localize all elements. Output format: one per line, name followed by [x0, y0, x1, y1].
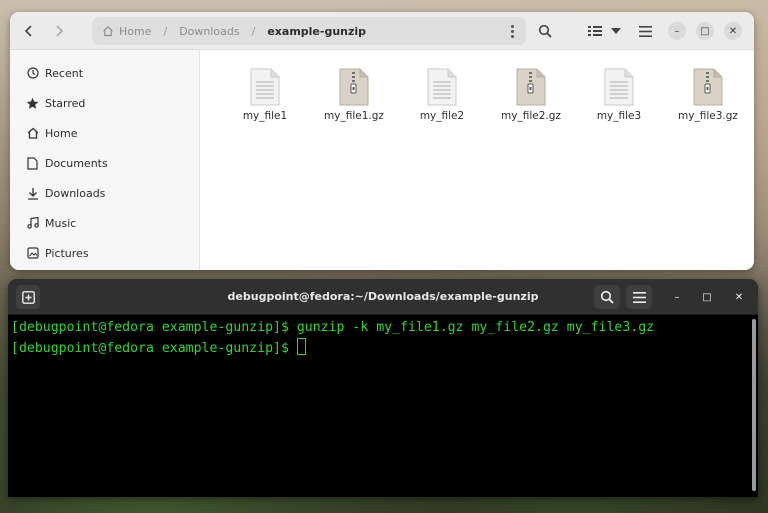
chevron-left-icon	[24, 25, 32, 37]
sidebar-item-label: Recent	[45, 66, 84, 80]
text-file-icon	[427, 68, 457, 106]
clock-icon	[26, 67, 39, 80]
file-item[interactable]: my_file2	[397, 68, 487, 122]
home-icon	[103, 25, 113, 37]
sidebar-item-home[interactable]: Home	[10, 118, 199, 148]
file-name: my_file1.gz	[324, 110, 384, 122]
sidebar-item-music[interactable]: Music	[10, 208, 199, 238]
sidebar-item-label: Documents	[45, 156, 108, 170]
hamburger-icon	[632, 291, 646, 303]
close-icon: ✕	[734, 291, 744, 303]
sidebar-item-label: Music	[45, 216, 77, 230]
view-list-button[interactable]	[584, 18, 606, 44]
chevron-right-icon	[56, 25, 64, 37]
terminal-output[interactable]: [debugpoint@fedora example-gunzip]$ gunz…	[11, 318, 746, 359]
back-button[interactable]	[16, 18, 42, 44]
close-icon: ✕	[728, 25, 738, 37]
chevron-down-icon	[611, 28, 621, 34]
home-icon	[26, 127, 39, 140]
search-icon	[600, 290, 614, 304]
file-name: my_file2.gz	[501, 110, 561, 122]
files-window: Home / Downloads / example-gunzip – □ ✕ …	[10, 12, 754, 270]
terminal-search-button[interactable]	[594, 285, 620, 309]
terminal-minimize-button[interactable]: –	[668, 288, 686, 306]
minimize-icon: –	[674, 291, 680, 303]
file-item[interactable]: my_file3.gz	[663, 68, 753, 122]
terminal-close-button[interactable]: ✕	[730, 288, 748, 306]
search-button[interactable]	[532, 18, 558, 44]
terminal-prompt-line: [debugpoint@fedora example-gunzip]$	[11, 338, 746, 359]
file-item[interactable]: my_file2.gz	[486, 68, 576, 122]
sidebar-item-label: Starred	[45, 96, 86, 110]
text-file-icon	[250, 68, 280, 106]
list-view-icon	[588, 26, 602, 36]
maximize-button[interactable]: □	[696, 22, 714, 40]
maximize-icon: □	[700, 25, 710, 37]
breadcrumb-current[interactable]: example-gunzip	[267, 25, 366, 38]
main-menu-button[interactable]	[632, 18, 658, 44]
view-options-dropdown[interactable]	[608, 18, 624, 44]
sidebar-item-label: Home	[45, 126, 78, 140]
breadcrumb-downloads[interactable]: Downloads	[179, 25, 239, 38]
file-name: my_file3.gz	[678, 110, 738, 122]
close-button[interactable]: ✕	[724, 22, 742, 40]
terminal-line: [debugpoint@fedora example-gunzip]$	[11, 341, 297, 356]
sidebar: Recent Starred Home Documents Downloads …	[10, 50, 200, 270]
archive-file-icon	[693, 68, 723, 106]
sidebar-item-pictures[interactable]: Pictures	[10, 238, 199, 268]
terminal-scrollbar[interactable]	[752, 319, 756, 491]
star-icon	[26, 97, 39, 110]
text-file-icon	[604, 68, 634, 106]
terminal-maximize-button[interactable]: □	[698, 288, 716, 306]
sidebar-item-recent[interactable]: Recent	[10, 58, 199, 88]
file-name: my_file2	[419, 110, 465, 122]
download-icon	[26, 187, 39, 200]
search-icon	[538, 24, 552, 38]
breadcrumb-separator: /	[251, 24, 256, 38]
terminal-menu-button[interactable]	[626, 285, 652, 309]
files-header-bar: Home / Downloads / example-gunzip – □ ✕	[10, 12, 754, 50]
terminal-window: debugpoint@fedora:~/Downloads/example-gu…	[8, 279, 758, 497]
maximize-icon: □	[702, 291, 712, 303]
document-icon	[26, 156, 39, 170]
archive-file-icon	[516, 68, 546, 106]
terminal-cursor	[296, 338, 306, 355]
file-item[interactable]: my_file1	[220, 68, 310, 122]
forward-button[interactable]	[46, 18, 72, 44]
sidebar-item-starred[interactable]: Starred	[10, 88, 199, 118]
archive-file-icon	[339, 68, 369, 106]
file-name: my_file3	[596, 110, 642, 122]
breadcrumb-home[interactable]: Home	[102, 25, 151, 38]
sidebar-item-label: Pictures	[45, 246, 89, 260]
file-item[interactable]: my_file1.gz	[309, 68, 399, 122]
sidebar-item-downloads[interactable]: Downloads	[10, 178, 199, 208]
sidebar-item-label: Downloads	[45, 186, 106, 200]
file-grid: my_file1 my_file1.gz my_file2 my_file2.g…	[200, 50, 754, 270]
breadcrumb-home-label: Home	[119, 24, 152, 38]
hamburger-icon	[638, 25, 652, 37]
sidebar-item-documents[interactable]: Documents	[10, 148, 199, 178]
picture-icon	[26, 247, 39, 260]
minimize-button[interactable]: –	[668, 22, 686, 40]
minimize-icon: –	[674, 25, 680, 37]
path-menu-button[interactable]	[504, 23, 520, 39]
music-icon	[26, 217, 39, 230]
file-item[interactable]: my_file3	[574, 68, 664, 122]
terminal-header-bar: debugpoint@fedora:~/Downloads/example-gu…	[8, 279, 758, 315]
terminal-line: [debugpoint@fedora example-gunzip]$ gunz…	[11, 320, 655, 335]
file-name: my_file1	[242, 110, 288, 122]
breadcrumb-separator: /	[163, 24, 168, 38]
path-bar[interactable]: Home / Downloads / example-gunzip	[92, 17, 526, 45]
